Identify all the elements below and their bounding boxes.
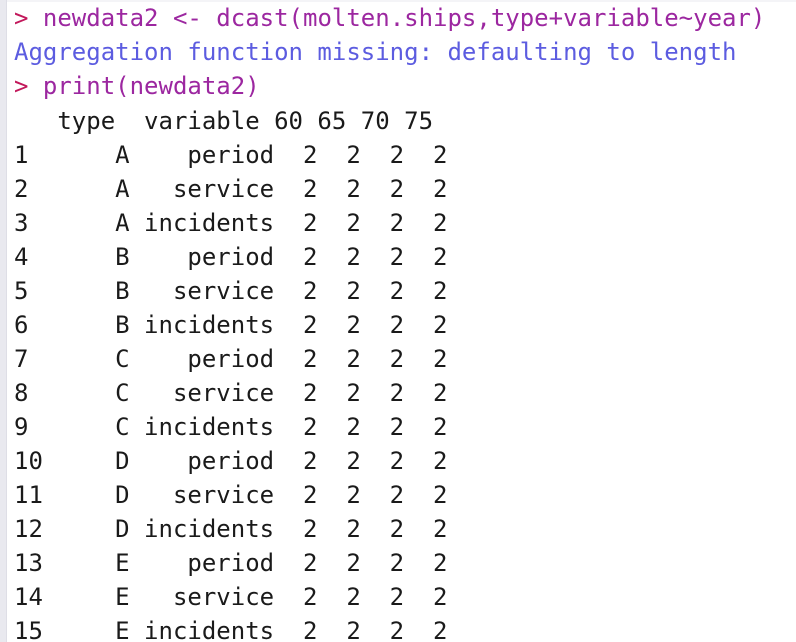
table-row: 12 D incidents 2 2 2 2 (14, 515, 448, 543)
command-text: newdata2 <- dcast(molten.ships,type+vari… (42, 4, 766, 32)
table-row: 8 C service 2 2 2 2 (14, 379, 448, 407)
table-row: 10 D period 2 2 2 2 (14, 447, 448, 475)
aggregation-warning-text: Aggregation function missing: defaulting… (14, 38, 737, 66)
console-line-command-2[interactable]: > print(newdata2) (14, 69, 796, 103)
command-text: print(newdata2) (42, 72, 260, 100)
console-line-message: Aggregation function missing: defaulting… (14, 35, 796, 69)
table-row: 11 D service 2 2 2 2 (14, 481, 448, 509)
table-row: 9 C incidents 2 2 2 2 (14, 413, 448, 441)
prompt-symbol: > (14, 4, 43, 32)
table-row: 5 B service 2 2 2 2 (14, 277, 448, 305)
table-row: 4 B period 2 2 2 2 (14, 243, 448, 271)
console-line-command-1[interactable]: > newdata2 <- dcast(molten.ships,type+va… (14, 1, 796, 35)
table-row: 2 A service 2 2 2 2 (14, 175, 448, 203)
r-console-output-pane[interactable]: > newdata2 <- dcast(molten.ships,type+va… (0, 0, 796, 642)
table-row: 3 A incidents 2 2 2 2 (14, 209, 448, 237)
table-row: 1 A period 2 2 2 2 (14, 141, 448, 169)
prompt-symbol: > (14, 72, 43, 100)
console-line-list: > newdata2 <- dcast(molten.ships,type+va… (14, 1, 796, 642)
console-left-gutter (0, 0, 7, 642)
table-header-row: type variable 60 65 70 75 (14, 107, 434, 135)
table-row: 7 C period 2 2 2 2 (14, 345, 448, 373)
table-row: 6 B incidents 2 2 2 2 (14, 311, 448, 339)
table-row: 13 E period 2 2 2 2 (14, 549, 448, 577)
table-row: 14 E service 2 2 2 2 (14, 583, 448, 611)
table-row: 15 E incidents 2 2 2 2 (14, 617, 448, 642)
data-frame-output: type variable 60 65 70 75 1 A period 2 2… (14, 104, 796, 642)
